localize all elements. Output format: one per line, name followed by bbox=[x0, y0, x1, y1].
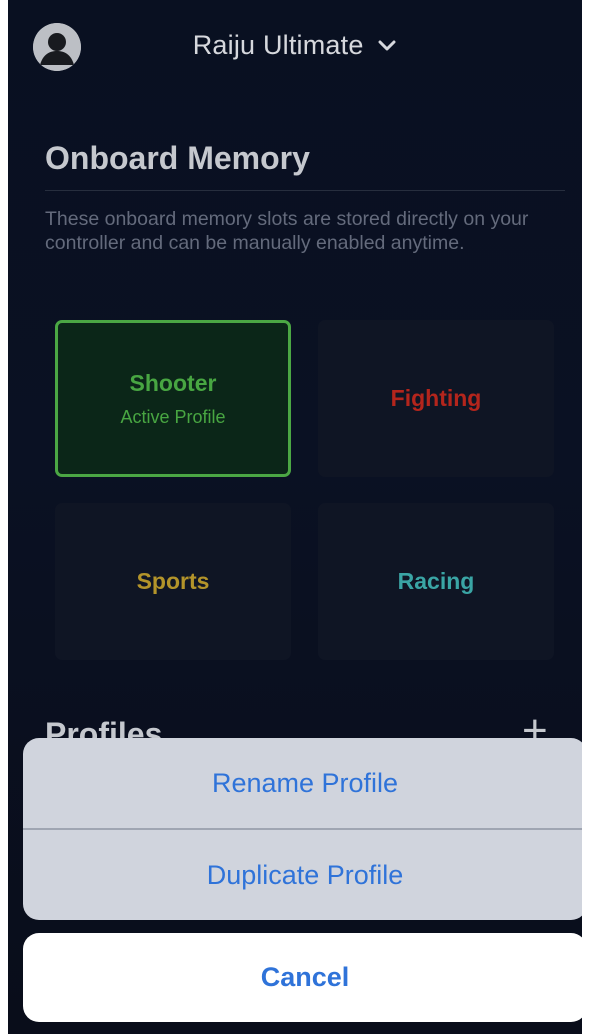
frame-edge-right bbox=[582, 0, 590, 1034]
app-screen: Raiju Ultimate Onboard Memory These onbo… bbox=[0, 0, 590, 1034]
frame-edge-left bbox=[0, 0, 8, 1034]
rename-profile-button[interactable]: Rename Profile bbox=[23, 738, 587, 828]
cancel-button[interactable]: Cancel bbox=[23, 933, 587, 1022]
duplicate-profile-button[interactable]: Duplicate Profile bbox=[23, 830, 587, 920]
action-sheet: Rename Profile Duplicate Profile bbox=[23, 738, 587, 920]
